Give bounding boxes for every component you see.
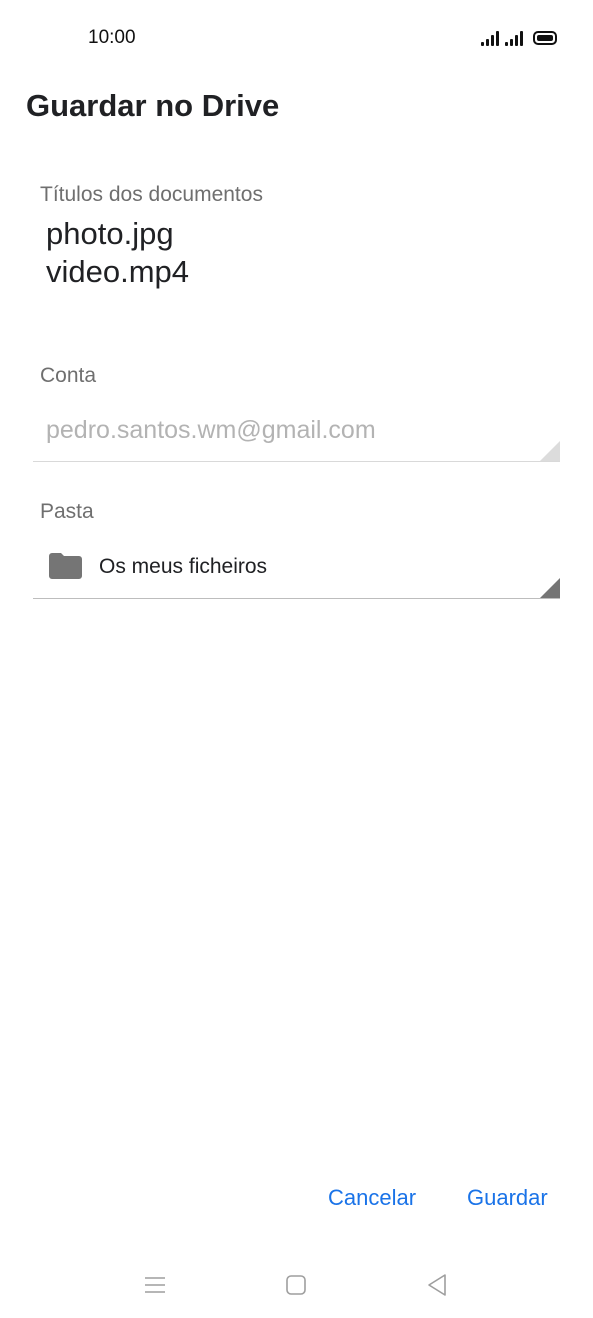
dropdown-corner-icon	[540, 578, 560, 598]
menu-icon[interactable]	[138, 1268, 172, 1302]
dropdown-corner-icon	[540, 441, 560, 461]
folder-icon	[49, 553, 82, 579]
account-value: pedro.santos.wm@gmail.com	[46, 416, 376, 444]
home-icon[interactable]	[279, 1268, 313, 1302]
save-button[interactable]: Guardar	[467, 1185, 548, 1211]
documents-list: photo.jpg video.mp4	[46, 215, 189, 291]
cancel-button[interactable]: Cancelar	[328, 1185, 416, 1211]
folder-value: Os meus ficheiros	[99, 555, 268, 578]
status-time: 10:00	[88, 27, 136, 48]
back-icon[interactable]	[420, 1268, 454, 1302]
folder-label: Pasta	[40, 500, 94, 523]
folder-dropdown[interactable]: Os meus ficheiros	[33, 540, 560, 599]
battery-icon	[533, 31, 557, 45]
navigation-bar	[0, 1250, 593, 1318]
document-title: video.mp4	[46, 254, 190, 289]
page-title: Guardar no Drive	[26, 88, 280, 123]
document-title: photo.jpg	[46, 216, 174, 251]
documents-label: Títulos dos documentos	[40, 183, 263, 206]
signal-icon	[481, 30, 499, 46]
account-dropdown[interactable]: pedro.santos.wm@gmail.com	[33, 405, 560, 462]
signal-icon	[505, 30, 523, 46]
account-label: Conta	[40, 364, 97, 387]
status-bar: 10:00	[0, 0, 593, 78]
status-icons	[481, 28, 557, 46]
